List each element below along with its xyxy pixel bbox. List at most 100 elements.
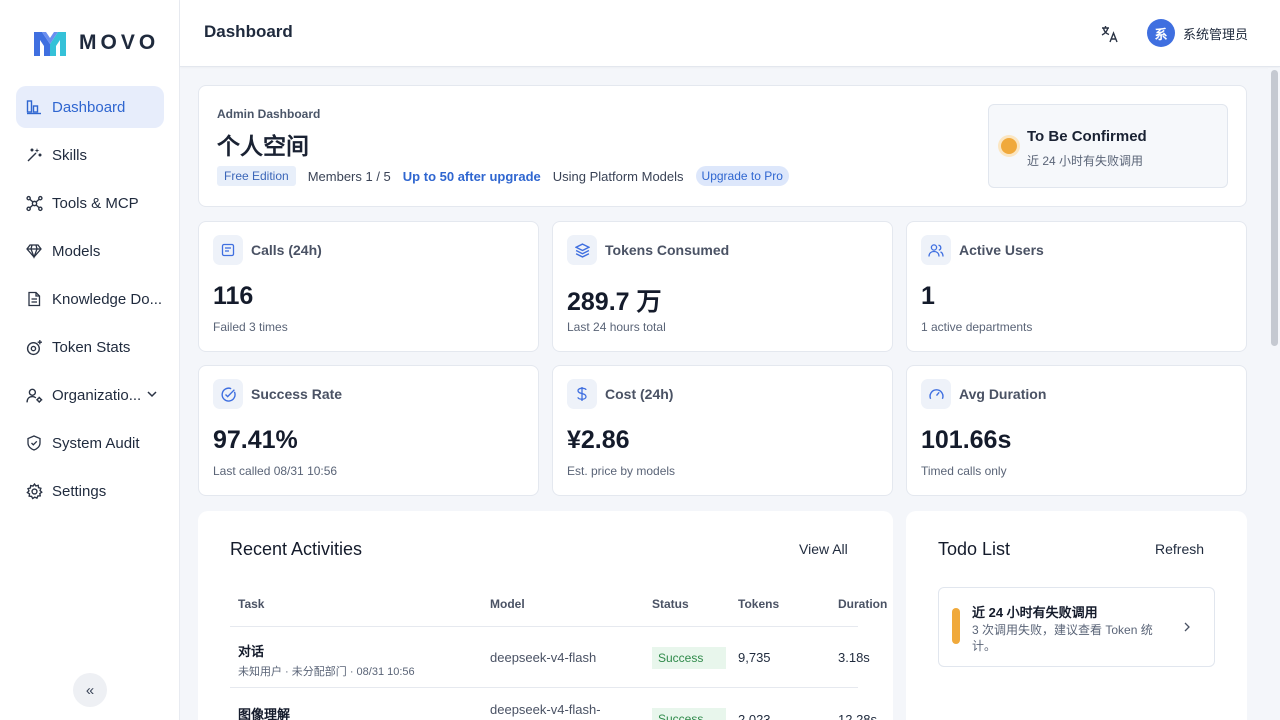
- scrollbar[interactable]: [1268, 68, 1280, 720]
- table-header: Task Model Status Tokens Duration: [230, 597, 887, 627]
- members-count: Members 1 / 5: [307, 168, 391, 184]
- dollar-icon: [567, 379, 597, 409]
- workspace-meta: Free Edition Members 1 / 5 Up to 50 afte…: [217, 166, 789, 186]
- sidebar-item-token-stats[interactable]: Token Stats: [16, 326, 164, 368]
- layers-icon: [567, 235, 597, 265]
- sidebar-item-models[interactable]: Models: [16, 230, 164, 272]
- status-badge: Success: [652, 647, 726, 669]
- task-cell: 对话 未知用户 · 未分配部门 · 08/31 10:56: [238, 641, 415, 679]
- upgrade-to-pro-button[interactable]: Upgrade to Pro: [695, 166, 789, 186]
- confirm-title: To Be Confirmed: [1027, 128, 1147, 145]
- sidebar-item-label: Skills: [52, 146, 88, 164]
- magic-wand-icon: [25, 146, 43, 164]
- stat-value: 289.7 万: [567, 288, 662, 316]
- stat-value: 1: [921, 282, 935, 310]
- stat-subtext: Failed 3 times: [213, 320, 288, 334]
- movo-logo-icon: [34, 32, 66, 56]
- diamond-icon: [25, 242, 43, 260]
- sidebar-item-label: Tools & MCP: [52, 194, 139, 212]
- column-header-model[interactable]: Model: [490, 597, 525, 611]
- app-name: MOVO: [79, 31, 160, 54]
- tokens-cell: 2,023: [738, 712, 771, 720]
- stat-value: 97.41%: [213, 426, 298, 454]
- stat-title: Active Users: [959, 242, 1044, 258]
- upgrade-hint-link[interactable]: Up to 50 after upgrade: [403, 169, 541, 184]
- sidebar-item-label: System Audit: [52, 434, 140, 452]
- to-be-confirmed-panel[interactable]: To Be Confirmed 近 24 小时有失败调用: [988, 104, 1228, 188]
- network-icon: [25, 194, 43, 212]
- chevron-right-icon: [1184, 622, 1190, 632]
- tokens-cell: 9,735: [738, 650, 771, 665]
- stat-subtext: Est. price by models: [567, 464, 676, 478]
- avatar: 系: [1147, 19, 1175, 47]
- refresh-button[interactable]: Refresh: [1155, 541, 1204, 557]
- stat-card-cost: Cost (24h) ¥2.86 Est. price by models: [552, 365, 893, 496]
- stat-subtext: 1 active departments: [921, 320, 1033, 334]
- stat-value: ¥2.86: [567, 426, 630, 454]
- app-logo[interactable]: MOVO: [32, 28, 159, 58]
- dashboard-eyebrow: Admin Dashboard: [217, 107, 321, 121]
- sidebar-item-organization[interactable]: Organizatio...: [16, 374, 164, 416]
- column-header-task[interactable]: Task: [238, 597, 264, 611]
- model-cell: deepseek-v4-flash-: [490, 702, 601, 717]
- top-bar: Dashboard 系 系统管理员: [180, 0, 1280, 67]
- sidebar-item-label: Dashboard: [52, 98, 126, 116]
- column-header-tokens[interactable]: Tokens: [738, 597, 779, 611]
- status-cell: Success: [652, 708, 726, 720]
- translate-icon[interactable]: [1100, 24, 1120, 44]
- dashboard-icon: [25, 98, 43, 116]
- token-icon: [25, 338, 43, 356]
- sidebar-item-tools[interactable]: Tools & MCP: [16, 182, 164, 224]
- warning-indicator: [952, 608, 960, 644]
- stat-card-tokens: Tokens Consumed 289.7 万 Last 24 hours to…: [552, 221, 893, 352]
- sidebar-item-settings[interactable]: Settings: [16, 470, 164, 512]
- models-note: Using Platform Models: [552, 168, 684, 184]
- user-menu[interactable]: 系 系统管理员: [1147, 19, 1248, 47]
- sidebar-item-knowledge[interactable]: Knowledge Do...: [16, 278, 164, 320]
- gauge-icon: [921, 379, 951, 409]
- collapse-sidebar-button[interactable]: «: [73, 673, 107, 707]
- users-icon: [921, 235, 951, 265]
- sidebar-item-label: Models: [52, 242, 101, 260]
- activities-table: Task Model Status Tokens Duration 对话 未知用…: [230, 597, 887, 720]
- sidebar-item-skills[interactable]: Skills: [16, 134, 164, 176]
- chevron-down-icon[interactable]: [146, 388, 158, 400]
- sidebar-nav: Dashboard Skills Tools & MCP Models Know…: [16, 86, 164, 518]
- document-icon: [25, 290, 43, 308]
- stat-subtext: Last called 08/31 10:56: [213, 464, 338, 478]
- task-cell: 图像理解: [238, 704, 290, 720]
- todo-list-card: Todo List Refresh 近 24 小时有失败调用 3 次调用失败，建…: [906, 511, 1247, 720]
- sidebar-item-label: Knowledge Do...: [52, 290, 163, 308]
- list-icon: [213, 235, 243, 265]
- stat-card-avg-duration: Avg Duration 101.66s Timed calls only: [906, 365, 1247, 496]
- todo-item[interactable]: 近 24 小时有失败调用 3 次调用失败，建议查看 Token 统计。: [938, 587, 1215, 667]
- stat-card-active-users: Active Users 1 1 active departments: [906, 221, 1247, 352]
- org-icon: [25, 386, 43, 404]
- table-row[interactable]: 对话 未知用户 · 未分配部门 · 08/31 10:56 deepseek-v…: [230, 627, 870, 688]
- sidebar-item-dashboard[interactable]: Dashboard: [16, 86, 164, 128]
- sidebar-item-label: Settings: [52, 482, 107, 500]
- todo-item-desc: 3 次调用失败，建议查看 Token 统计。: [972, 623, 1153, 653]
- todo-list-title: Todo List: [938, 539, 1011, 559]
- workspace-title: 个人空间: [217, 133, 309, 159]
- column-header-status[interactable]: Status: [652, 597, 689, 611]
- sidebar-item-label: Token Stats: [52, 338, 131, 356]
- stat-title: Avg Duration: [959, 386, 1047, 402]
- duration-cell: 12.28s: [838, 712, 878, 720]
- check-badge-icon: [213, 379, 243, 409]
- model-cell: deepseek-v4-flash: [490, 650, 597, 665]
- status-cell: Success: [652, 647, 726, 669]
- sidebar-item-system-audit[interactable]: System Audit: [16, 422, 164, 464]
- sidebar: MOVO Dashboard Skills Tools & MCP Models: [0, 0, 180, 720]
- stat-title: Cost (24h): [605, 386, 674, 402]
- page-title: Dashboard: [204, 22, 293, 41]
- table-row[interactable]: 图像理解 deepseek-v4-flash- Success 2,023 12…: [230, 688, 877, 720]
- column-header-duration[interactable]: Duration: [838, 597, 887, 611]
- shield-icon: [25, 434, 43, 452]
- confirm-subtitle: 近 24 小时有失败调用: [1027, 154, 1144, 168]
- stat-title: Tokens Consumed: [605, 242, 730, 258]
- stat-card-calls: Calls (24h) 116 Failed 3 times: [198, 221, 539, 352]
- stat-title: Success Rate: [251, 386, 343, 402]
- scrollbar-thumb[interactable]: [1271, 70, 1278, 346]
- view-all-link[interactable]: View All: [799, 541, 848, 557]
